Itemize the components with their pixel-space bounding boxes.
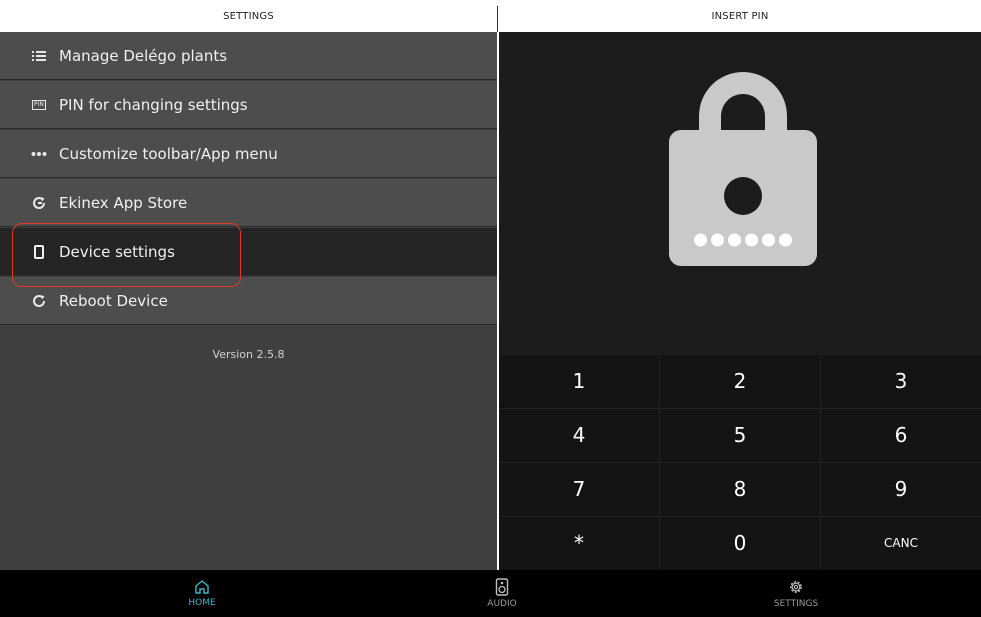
home-icon [195, 580, 209, 594]
menu-item-customize-toolbar[interactable]: Customize toolbar/App menu [0, 130, 497, 178]
pin-dot [762, 233, 775, 247]
speaker-icon [495, 578, 509, 596]
app-version: Version 2.5.8 [212, 348, 285, 361]
keypad-divider [499, 516, 981, 517]
more-dots-icon [29, 144, 49, 164]
tab-settings[interactable]: SETTINGS [741, 570, 851, 617]
tab-label: SETTINGS [773, 599, 819, 609]
pin-icon: PIN [29, 95, 49, 115]
key-8[interactable]: 8 [660, 463, 820, 515]
menu-item-label: PIN for changing settings [59, 95, 248, 114]
insert-pin-header: INSERT PIN [499, 0, 981, 32]
tab-label: AUDIO [487, 599, 517, 609]
insert-pin-panel: 1 2 3 4 5 6 7 8 9 * 0 CANC [499, 32, 981, 570]
menu-item-label: Manage Delégo plants [59, 46, 228, 65]
menu-item-ekinex-app-store[interactable]: Ekinex App Store [0, 179, 497, 227]
keypad-divider [499, 462, 981, 463]
settings-menu: Manage Delégo plants PIN PIN for changin… [0, 32, 497, 570]
tab-label: HOME [188, 598, 216, 608]
tab-audio[interactable]: AUDIO [447, 570, 557, 617]
key-6[interactable]: 6 [821, 409, 981, 461]
key-cancel[interactable]: CANC [821, 517, 981, 569]
key-5[interactable]: 5 [660, 409, 820, 461]
menu-item-pin-settings[interactable]: PIN PIN for changing settings [0, 81, 497, 129]
keypad-divider [820, 355, 821, 570]
keypad-divider [499, 408, 981, 409]
pin-icon-text: PIN [32, 99, 46, 110]
key-9[interactable]: 9 [821, 463, 981, 515]
key-4[interactable]: 4 [499, 409, 659, 461]
pin-dot [711, 233, 724, 247]
lock-icon [669, 72, 817, 266]
key-star[interactable]: * [499, 517, 659, 569]
pin-keypad: 1 2 3 4 5 6 7 8 9 * 0 CANC [499, 355, 981, 570]
bottom-nav-bar: HOME AUDIO SETTINGS [0, 570, 981, 617]
menu-item-label: Customize toolbar/App menu [59, 144, 278, 163]
key-7[interactable]: 7 [499, 463, 659, 515]
menu-item-label: Ekinex App Store [59, 193, 188, 212]
pin-dot [694, 233, 707, 247]
settings-header-title: SETTINGS [223, 10, 274, 22]
keypad-divider [659, 355, 660, 570]
key-2[interactable]: 2 [660, 355, 820, 407]
selection-highlight-ring [12, 223, 241, 287]
pin-dot [779, 233, 792, 247]
key-0[interactable]: 0 [660, 517, 820, 569]
pin-dot [745, 233, 758, 247]
key-1[interactable]: 1 [499, 355, 659, 407]
insert-pin-header-title: INSERT PIN [711, 10, 769, 22]
menu-item-label: Reboot Device [59, 291, 168, 310]
gear-icon [790, 581, 802, 593]
key-3[interactable]: 3 [821, 355, 981, 407]
menu-item-manage-delego-plants[interactable]: Manage Delégo plants [0, 32, 497, 80]
refresh-icon [29, 193, 49, 213]
tab-home[interactable]: HOME [147, 570, 257, 617]
reboot-icon [29, 291, 49, 311]
header-divider [497, 6, 498, 32]
pin-dot [728, 233, 741, 247]
settings-header: SETTINGS [0, 0, 497, 32]
list-icon [29, 46, 49, 66]
